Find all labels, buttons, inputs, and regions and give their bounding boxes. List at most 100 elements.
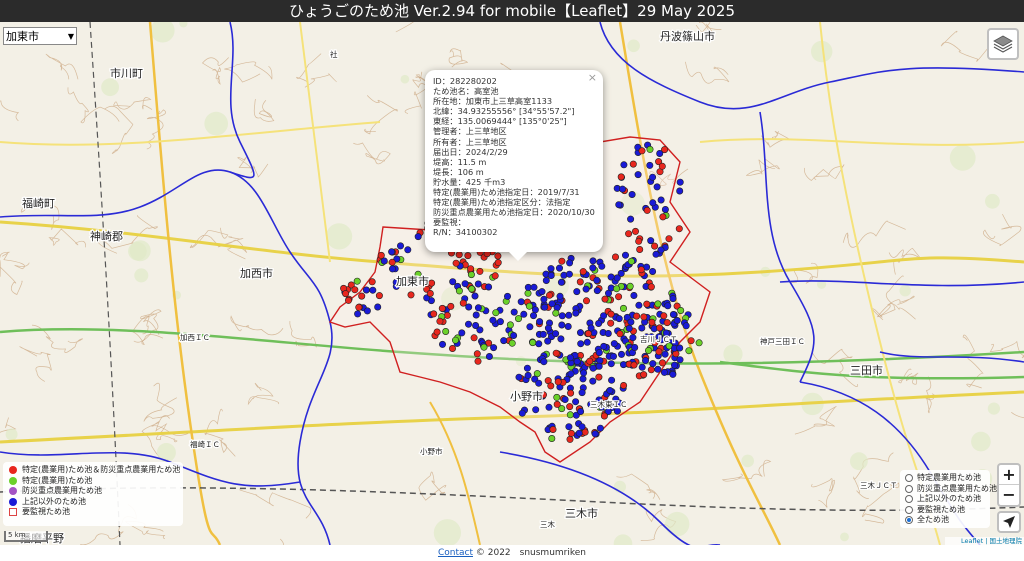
pond-marker[interactable] [531,306,539,314]
pond-marker[interactable] [631,227,639,235]
pond-marker[interactable] [535,379,543,387]
pond-marker[interactable] [471,292,479,300]
pond-marker[interactable] [520,310,528,318]
pond-marker[interactable] [658,162,666,170]
pond-marker[interactable] [649,173,657,181]
pond-marker[interactable] [552,349,560,357]
pond-marker[interactable] [461,280,469,288]
pond-marker[interactable] [566,435,574,443]
pond-marker[interactable] [600,412,608,420]
pond-marker[interactable] [676,187,684,195]
pond-marker[interactable] [646,145,654,153]
pond-marker[interactable] [529,312,537,320]
pond-marker[interactable] [641,356,649,364]
pond-marker[interactable] [535,340,543,348]
pond-marker[interactable] [617,173,625,181]
zoom-in-button[interactable]: + [999,465,1019,485]
pond-marker[interactable] [593,276,601,284]
pond-marker[interactable] [368,278,376,286]
pond-marker[interactable] [489,316,497,324]
pond-marker[interactable] [465,303,473,311]
pond-marker[interactable] [554,378,562,386]
pond-marker[interactable] [561,395,569,403]
pond-marker[interactable] [627,257,635,265]
pond-marker[interactable] [629,334,637,342]
pond-marker[interactable] [538,288,546,296]
pond-marker[interactable] [436,317,444,325]
pond-marker[interactable] [610,340,618,348]
pond-marker[interactable] [474,304,482,312]
filter-option[interactable]: 防災重点農業用ため池 [905,484,997,495]
pond-marker[interactable] [404,246,412,254]
pond-marker[interactable] [656,150,664,158]
pond-marker[interactable] [442,327,450,335]
pond-marker[interactable] [660,312,668,320]
pond-marker[interactable] [611,253,619,261]
pond-marker[interactable] [380,257,388,265]
pond-marker[interactable] [557,335,565,343]
pond-marker[interactable] [388,248,396,256]
pond-marker[interactable] [530,283,538,291]
pond-marker[interactable] [677,306,685,314]
pond-marker[interactable] [500,337,508,345]
pond-marker[interactable] [595,349,603,357]
pond-marker[interactable] [494,252,502,260]
pond-marker[interactable] [558,257,566,265]
pond-marker[interactable] [555,264,563,272]
pond-marker[interactable] [580,369,588,377]
pond-marker[interactable] [455,251,463,259]
pond-marker[interactable] [464,252,472,260]
pond-marker[interactable] [542,277,550,285]
pond-marker[interactable] [544,337,552,345]
pond-marker[interactable] [358,292,366,300]
pond-marker[interactable] [467,265,475,273]
pond-marker[interactable] [595,319,603,327]
pond-marker[interactable] [626,282,634,290]
filter-option[interactable]: 上記以外のため池 [905,494,985,505]
pond-marker[interactable] [613,285,621,293]
pond-marker[interactable] [572,398,580,406]
pond-marker[interactable] [566,354,574,362]
pond-marker[interactable] [491,272,499,280]
popup-close-button[interactable]: × [588,72,597,83]
pond-marker[interactable] [548,434,556,442]
pond-marker[interactable] [584,330,592,338]
pond-marker[interactable] [619,304,627,312]
pond-marker[interactable] [529,339,537,347]
pond-marker[interactable] [657,246,665,254]
pond-marker[interactable] [573,288,581,296]
pond-marker[interactable] [589,257,597,265]
pond-marker[interactable] [539,330,547,338]
pond-marker[interactable] [492,309,500,317]
pond-marker[interactable] [654,365,662,373]
pond-marker[interactable] [518,409,526,417]
pond-marker[interactable] [589,364,597,372]
pond-marker[interactable] [676,178,684,186]
pond-marker[interactable] [514,315,522,323]
pond-marker[interactable] [647,366,655,374]
pond-marker[interactable] [430,310,438,318]
pond-filter-panel[interactable]: 特定農業用ため池 防災重点農業用ため池 上記以外のため池 要監視ため池 全ため池 [900,470,997,528]
pond-marker[interactable] [506,321,514,329]
pond-marker[interactable] [438,304,446,312]
pond-marker[interactable] [661,350,669,358]
pond-marker[interactable] [583,338,591,346]
pond-marker[interactable] [635,301,643,309]
pond-marker[interactable] [625,230,633,238]
pond-marker[interactable] [609,352,617,360]
pond-marker[interactable] [649,268,657,276]
pond-marker[interactable] [464,320,472,328]
pond-marker[interactable] [363,307,371,315]
pond-marker[interactable] [638,324,646,332]
map-attribution[interactable]: Leaflet | 国土地理院 [945,537,1024,545]
pond-marker[interactable] [503,292,511,300]
pond-marker[interactable] [428,279,436,287]
pond-marker[interactable] [536,318,544,326]
pond-marker[interactable] [490,344,498,352]
pond-marker[interactable] [607,310,615,318]
pond-marker[interactable] [589,377,597,385]
pond-marker[interactable] [496,318,504,326]
pond-marker[interactable] [685,347,693,355]
pond-marker[interactable] [630,361,638,369]
pond-marker[interactable] [576,329,584,337]
